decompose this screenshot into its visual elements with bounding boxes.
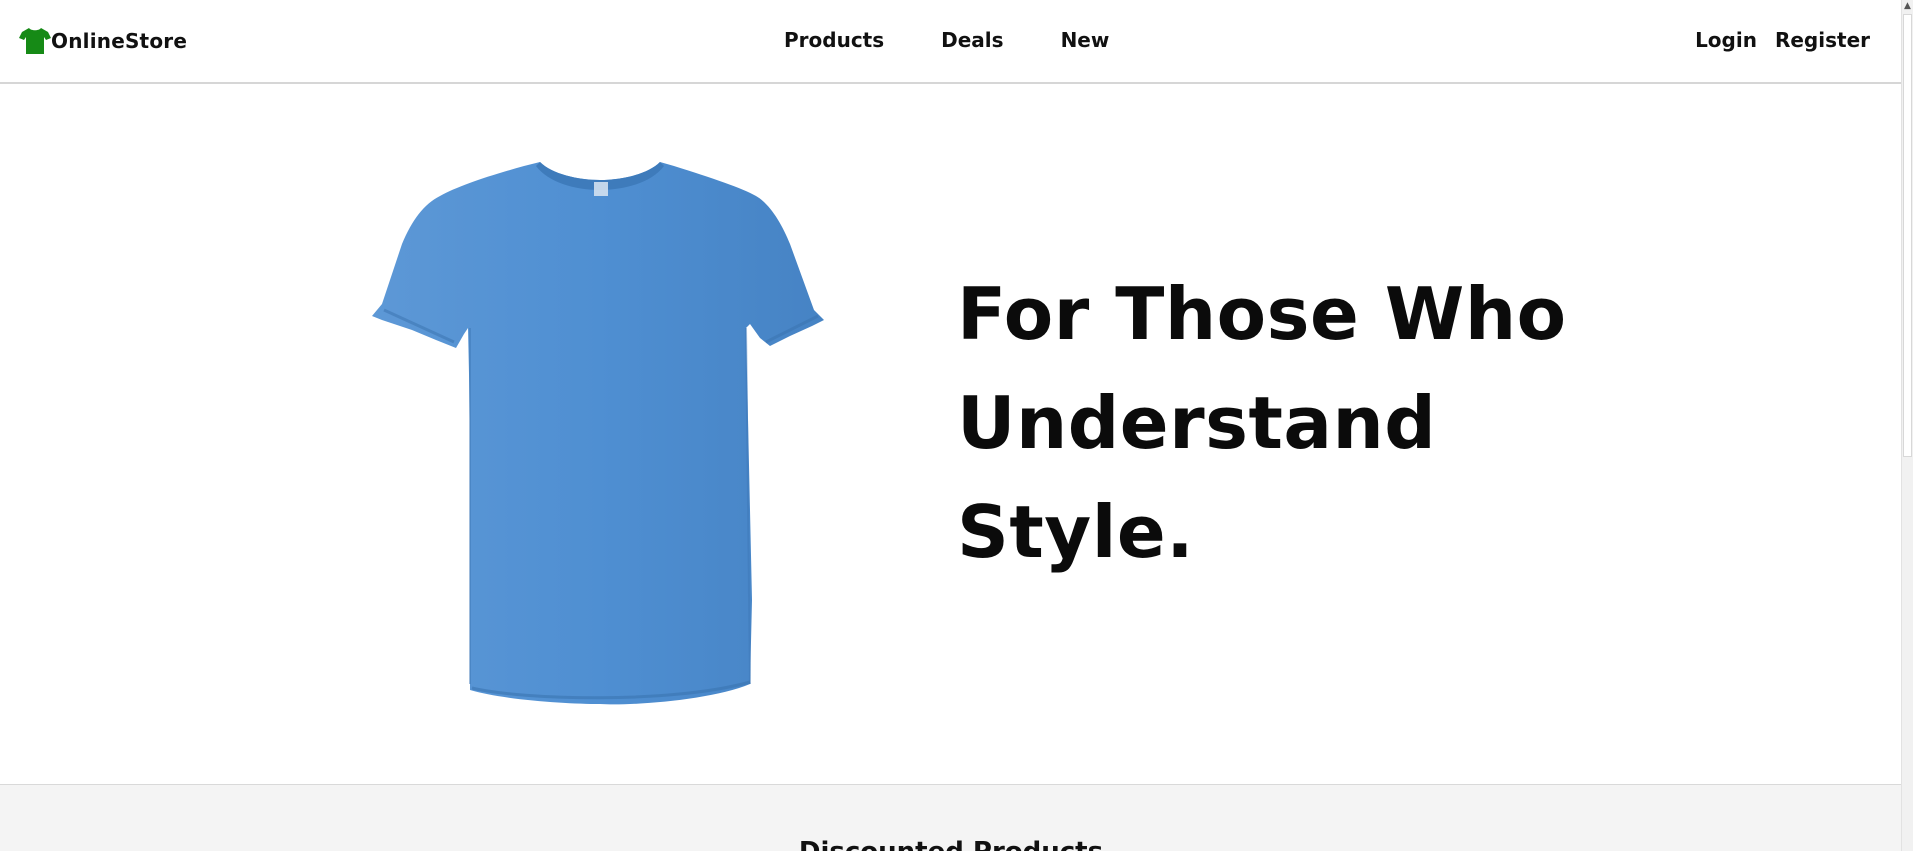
hero-headline-line1: For Those Who xyxy=(957,272,1567,356)
top-navbar: OnlineStore Products Deals New Login Reg… xyxy=(0,0,1902,84)
scrollbar-thumb[interactable] xyxy=(1903,14,1912,457)
nav-deals-link[interactable]: Deals xyxy=(941,28,1003,52)
tshirt-icon xyxy=(19,28,51,54)
nav-new-link[interactable]: New xyxy=(1061,28,1110,52)
brand-logo-link[interactable]: OnlineStore xyxy=(19,26,187,56)
blue-tshirt-image xyxy=(372,162,824,705)
register-link[interactable]: Register xyxy=(1775,28,1870,52)
hero-headline-line3: Style. xyxy=(957,490,1195,574)
login-link[interactable]: Login xyxy=(1695,28,1757,52)
main-nav: Products Deals New xyxy=(784,28,1166,52)
hero-section: For Those Who Understand Style. xyxy=(0,84,1902,784)
hero-headline-line2: Understand xyxy=(957,381,1437,465)
vertical-scrollbar[interactable]: ▲ xyxy=(1901,0,1913,851)
page: OnlineStore Products Deals New Login Reg… xyxy=(0,0,1913,851)
discounted-products-section: Discounted Products xyxy=(0,784,1902,851)
nav-products-link[interactable]: Products xyxy=(784,28,884,52)
hero-headline: For Those Who Understand Style. xyxy=(957,260,1657,587)
scroll-up-arrow-icon[interactable]: ▲ xyxy=(1903,2,1912,11)
brand-name: OnlineStore xyxy=(51,29,188,53)
discounted-products-title: Discounted Products xyxy=(0,837,1902,851)
auth-links: Login Register xyxy=(1677,28,1870,52)
